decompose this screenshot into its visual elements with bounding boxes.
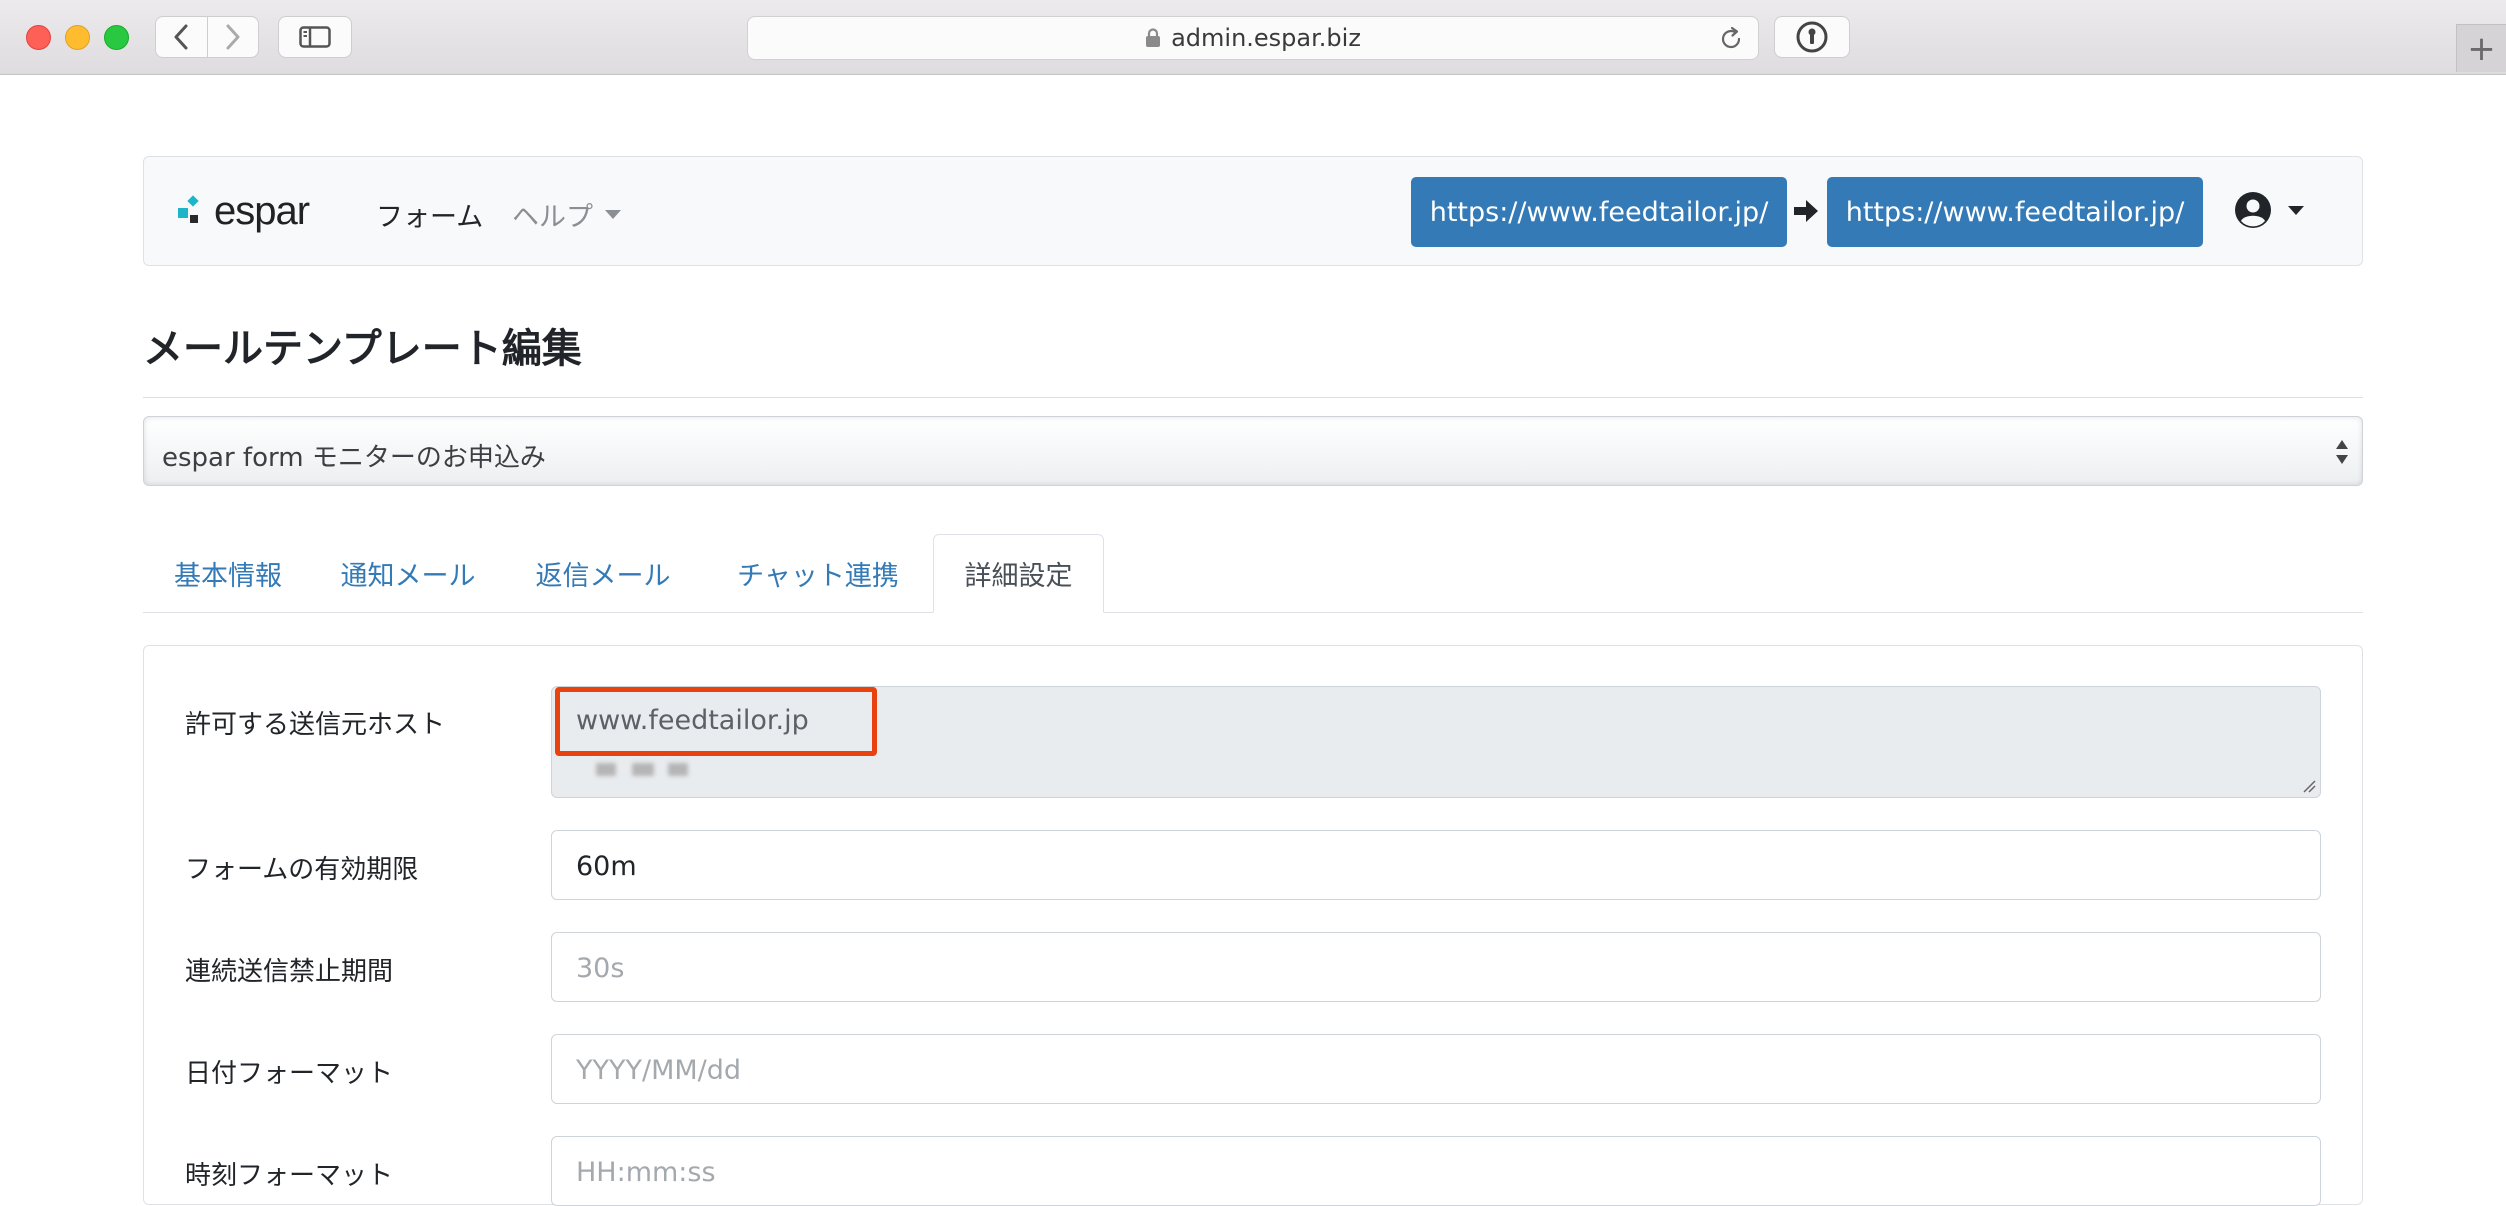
target-site-button[interactable]: https://www.feedtailor.jp/ — [1827, 177, 2203, 247]
caret-down-icon — [605, 210, 621, 219]
sidebar-icon — [299, 26, 331, 48]
resubmit-block-label: 連続送信禁止期間 — [185, 957, 394, 987]
chevron-right-icon — [226, 24, 240, 50]
title-divider — [143, 397, 2363, 398]
close-window-button[interactable] — [26, 25, 51, 50]
logo-text: espar — [214, 189, 310, 233]
user-circle-icon — [2235, 192, 2271, 228]
redacted-text — [596, 763, 616, 776]
espar-logo[interactable]: espar — [176, 189, 310, 233]
allowed-hosts-label: 許可する送信元ホスト — [185, 710, 446, 740]
nav-link-form[interactable]: フォーム — [376, 195, 483, 234]
reload-icon[interactable] — [1718, 26, 1744, 52]
tab-reply-mail[interactable]: 返信メール — [503, 534, 703, 612]
resubmit-block-input[interactable]: 30s — [551, 932, 2321, 1002]
user-menu[interactable] — [2234, 191, 2304, 229]
resize-handle-icon[interactable] — [2302, 779, 2316, 793]
source-site-button[interactable]: https://www.feedtailor.jp/ — [1411, 177, 1787, 247]
minimize-window-button[interactable] — [65, 25, 90, 50]
redacted-text — [632, 763, 654, 776]
select-arrows-icon — [2336, 440, 2348, 464]
time-format-input[interactable]: HH:mm:ss — [551, 1136, 2321, 1206]
address-bar[interactable]: admin.espar.biz — [747, 16, 1759, 60]
date-format-placeholder: YYYY/MM/dd — [576, 1055, 742, 1086]
date-format-input[interactable]: YYYY/MM/dd — [551, 1034, 2321, 1104]
lock-icon — [1146, 28, 1161, 47]
app-navbar: espar フォーム ヘルプ https://www.feedtailor.jp… — [143, 156, 2363, 266]
tab-basic-info[interactable]: 基本情報 — [143, 534, 313, 612]
url-text: admin.espar.biz — [1171, 24, 1361, 52]
password-manager-button[interactable] — [1774, 16, 1850, 58]
arrow-right-icon — [1794, 200, 1818, 222]
forward-button[interactable] — [206, 17, 259, 57]
page-title: メールテンプレート編集 — [143, 326, 582, 372]
settings-tabs: 基本情報 通知メール 返信メール チャット連携 詳細設定 — [143, 534, 2363, 613]
date-format-label: 日付フォーマット — [185, 1059, 394, 1089]
caret-down-icon — [2288, 205, 2304, 215]
browser-chrome: admin.espar.biz + — [0, 0, 2506, 75]
new-tab-button[interactable]: + — [2456, 24, 2506, 72]
annotation-highlight-box — [555, 687, 877, 756]
tab-notification-mail[interactable]: 通知メール — [313, 534, 503, 612]
back-button[interactable] — [156, 17, 207, 57]
form-expiry-label: フォームの有効期限 — [185, 855, 419, 885]
form-expiry-input[interactable]: 60m — [551, 830, 2321, 900]
espar-logo-mark-icon — [178, 195, 199, 223]
password-key-icon — [1796, 21, 1828, 53]
tab-advanced-settings[interactable]: 詳細設定 — [933, 534, 1104, 613]
resubmit-block-placeholder: 30s — [576, 953, 625, 984]
time-format-placeholder: HH:mm:ss — [576, 1157, 716, 1188]
form-expiry-value: 60m — [576, 851, 637, 882]
nav-help-label: ヘルプ — [512, 202, 593, 233]
chevron-left-icon — [174, 24, 188, 50]
history-nav — [155, 16, 259, 58]
form-select-value: espar form モニターのお申込み — [162, 443, 546, 473]
nav-dropdown-help[interactable]: ヘルプ — [512, 195, 621, 234]
form-select[interactable]: espar form モニターのお申込み — [143, 416, 2363, 486]
zoom-window-button[interactable] — [104, 25, 129, 50]
redacted-text — [668, 763, 688, 776]
tab-chat-integration[interactable]: チャット連携 — [703, 534, 933, 612]
sidebar-toggle-button[interactable] — [278, 16, 352, 58]
time-format-label: 時刻フォーマット — [185, 1161, 394, 1191]
